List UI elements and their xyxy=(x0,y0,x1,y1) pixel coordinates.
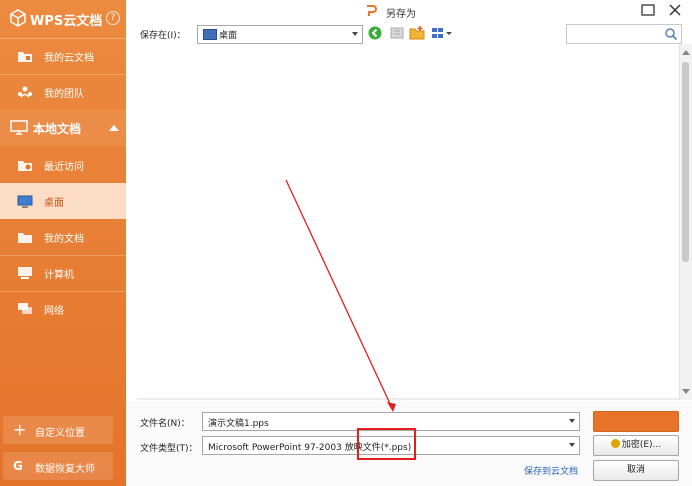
monitor-icon xyxy=(10,120,28,135)
help-icon[interactable]: ? xyxy=(106,11,120,25)
minimize-icon[interactable] xyxy=(641,3,655,17)
scroll-down-icon[interactable] xyxy=(682,389,690,394)
network-icon xyxy=(18,303,32,314)
recent-folder-icon xyxy=(18,161,32,171)
sidebar-item-label: 网络 xyxy=(44,306,64,317)
data-recovery-button[interactable]: G 数据恢复大师 xyxy=(3,452,113,480)
save-button[interactable] xyxy=(593,411,679,432)
new-folder-icon[interactable] xyxy=(409,25,425,41)
save-in-value: 桌面 xyxy=(219,31,238,41)
search-icon[interactable] xyxy=(664,27,678,41)
sidebar-item-my-cloud-docs[interactable]: 我的云文档 xyxy=(0,38,126,74)
sidebar-item-label: 最近访问 xyxy=(44,162,84,173)
sidebar-item-my-documents[interactable]: 我的文档 xyxy=(0,219,126,255)
save-to-cloud-link[interactable]: 保存到云文档 xyxy=(524,464,578,477)
close-icon[interactable] xyxy=(668,3,682,17)
data-recovery-label: 数据恢复大师 xyxy=(35,464,95,475)
wps-cloud-logo-icon xyxy=(10,9,26,27)
custom-location-label: 自定义位置 xyxy=(35,428,85,439)
encrypt-button[interactable]: 加密(E)... xyxy=(593,435,679,456)
scroll-up-icon[interactable] xyxy=(682,50,690,55)
list-footer-line xyxy=(137,398,679,400)
chevron-down-icon[interactable] xyxy=(569,419,575,423)
team-icon xyxy=(18,86,32,98)
sidebar-item-my-team[interactable]: 我的团队 xyxy=(0,74,126,110)
brand-title: WPS云文档 xyxy=(30,14,103,29)
desktop-icon xyxy=(203,29,217,40)
sidebar-item-computer[interactable]: 计算机 xyxy=(0,255,126,291)
sidebar-item-desktop[interactable]: 桌面 xyxy=(0,183,126,219)
sidebar-item-label: 桌面 xyxy=(44,198,64,209)
sidebar-item-recent[interactable]: 最近访问 xyxy=(0,147,126,183)
filetype-label: 文件类型(T)： xyxy=(140,444,198,454)
sidebar: WPS云文档 ? 我的云文档 我的团队 本地文档 最近访问 桌面 我的文档 计算… xyxy=(0,0,126,486)
lock-icon xyxy=(610,439,620,448)
sidebar-item-network[interactable]: 网络 xyxy=(0,291,126,327)
filename-value: 演示文稿1.pps xyxy=(208,419,269,429)
wps-presentation-logo-icon xyxy=(367,5,377,16)
annotation-highlight-box xyxy=(357,428,416,460)
chevron-down-icon[interactable] xyxy=(569,443,575,447)
cancel-label: 取消 xyxy=(626,465,645,475)
folder-icon xyxy=(18,233,32,243)
desktop-icon xyxy=(17,195,33,208)
encrypt-label: 加密(E)... xyxy=(621,440,662,450)
view-menu-icon[interactable] xyxy=(431,25,453,41)
local-docs-section[interactable]: 本地文档 xyxy=(0,110,126,146)
sidebar-header: WPS云文档 ? xyxy=(0,0,126,39)
cancel-button[interactable]: 取消 xyxy=(593,460,679,481)
back-icon[interactable] xyxy=(367,25,383,41)
up-folder-icon[interactable] xyxy=(389,25,405,41)
plus-icon: + xyxy=(13,420,27,439)
save-in-label: 保存在(I)： xyxy=(140,31,186,41)
sidebar-item-label: 我的云文档 xyxy=(44,53,94,64)
file-list-area[interactable] xyxy=(137,44,679,398)
section-label: 本地文档 xyxy=(33,122,82,136)
scroll-thumb[interactable] xyxy=(682,62,689,262)
chevron-down-icon xyxy=(352,32,358,36)
cloud-folder-icon xyxy=(18,52,32,62)
search-input[interactable] xyxy=(566,24,682,44)
computer-icon xyxy=(18,267,32,279)
chevron-up-icon[interactable] xyxy=(109,125,119,131)
save-in-dropdown[interactable]: 桌面 xyxy=(197,25,363,44)
sidebar-item-label: 计算机 xyxy=(44,270,74,281)
filename-label: 文件名(N)： xyxy=(140,419,190,429)
vertical-scrollbar[interactable] xyxy=(679,44,692,400)
custom-location-button[interactable]: + 自定义位置 xyxy=(3,416,113,444)
recovery-icon: G xyxy=(13,459,23,473)
title-bar: 另存为 xyxy=(126,0,692,22)
dialog-title: 另存为 xyxy=(386,9,416,20)
sidebar-item-label: 我的文档 xyxy=(44,234,84,245)
sidebar-item-label: 我的团队 xyxy=(44,89,84,100)
